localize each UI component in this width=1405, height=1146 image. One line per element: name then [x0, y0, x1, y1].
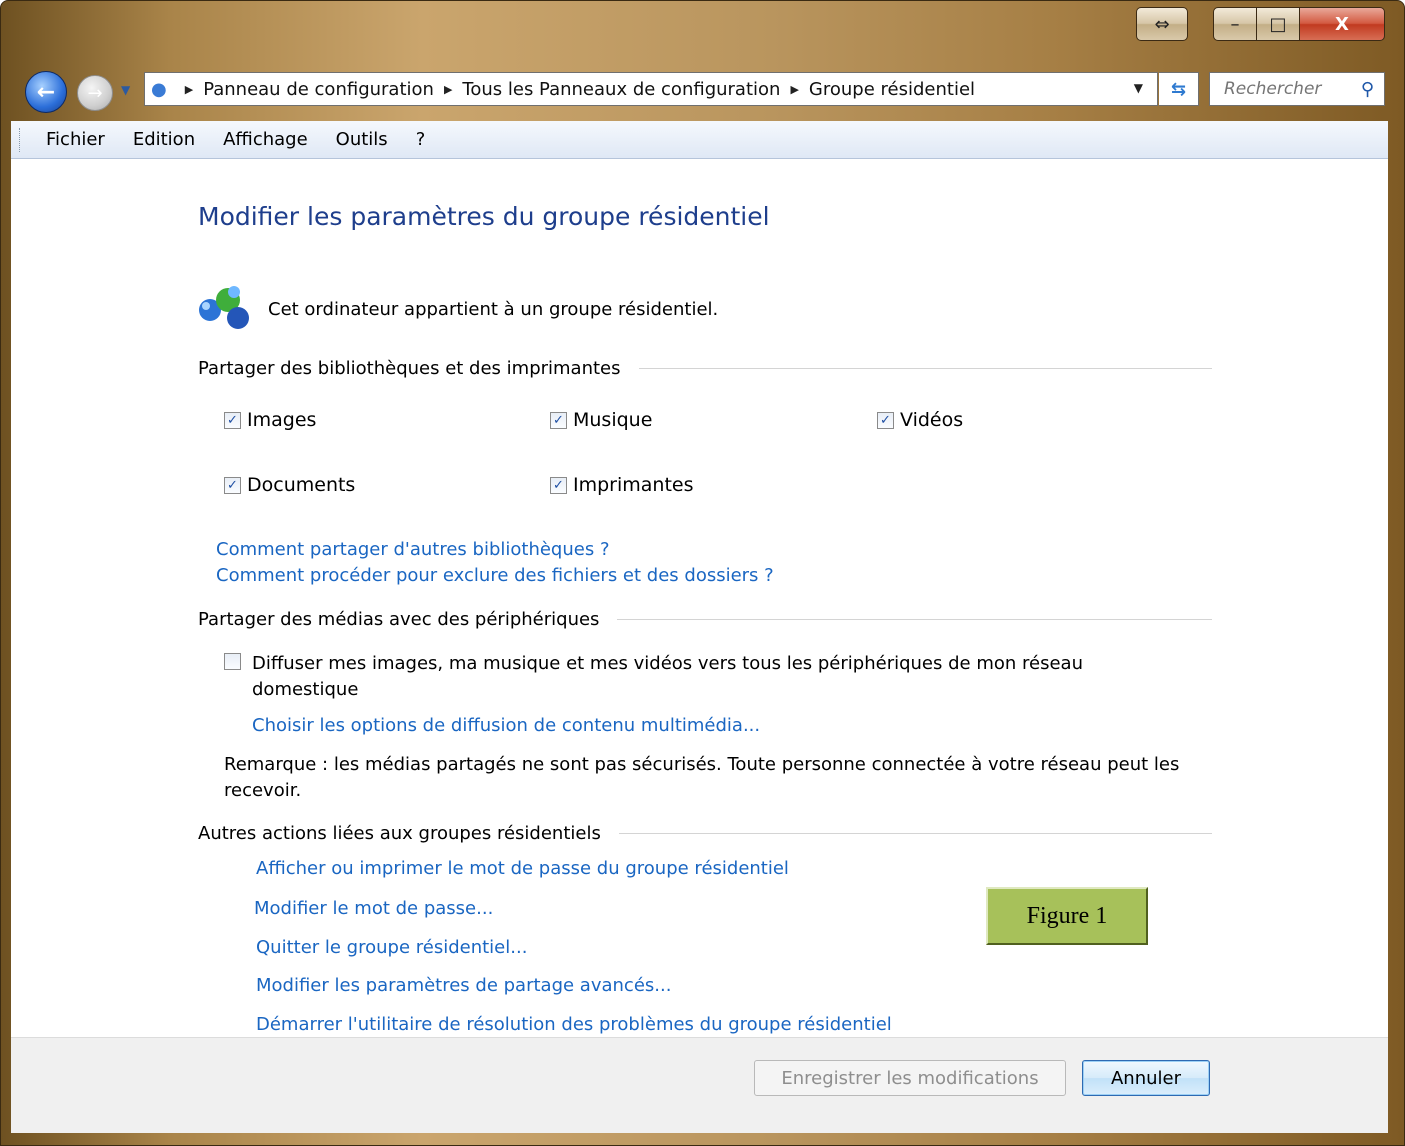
link-leave-homegroup[interactable]: Quitter le groupe résidentiel... [256, 937, 527, 958]
breadcrumb-item[interactable]: Panneau de configuration [203, 79, 434, 100]
checkbox-label: Vidéos [900, 409, 964, 431]
back-arrow-icon: ← [36, 79, 56, 105]
minimize-button[interactable]: – [1213, 7, 1257, 41]
link-media-streaming-options[interactable]: Choisir les options de diffusion de cont… [252, 715, 760, 736]
section-divider [617, 619, 1212, 620]
link-advanced-sharing[interactable]: Modifier les paramètres de partage avanc… [256, 975, 671, 996]
security-note: Remarque : les médias partagés ne sont p… [224, 752, 1179, 804]
link-troubleshooter[interactable]: Démarrer l'utilitaire de résolution des … [256, 1014, 892, 1035]
figure-label: Figure 1 [986, 887, 1148, 945]
share-section-title: Partager des bibliothèques et des imprim… [198, 358, 621, 379]
breadcrumb-chevron-icon[interactable]: ▶ [185, 83, 193, 96]
checkbox-stream-media[interactable] [224, 653, 247, 670]
menu-grip [19, 127, 24, 152]
section-divider [618, 833, 1212, 834]
address-bar[interactable]: ● ▶ Panneau de configuration ▶ Tous les … [144, 72, 1158, 106]
window: ⇔ – □ X ← → ▼ ● ▶ Panneau de configurati… [0, 0, 1405, 1146]
menu-bar: Fichier Edition Affichage Outils ? [11, 121, 1388, 159]
checkbox-documents[interactable]: ✓ Documents [224, 474, 355, 496]
stream-label-line: domestique [252, 679, 359, 700]
link-exclude-files[interactable]: Comment procéder pour exclure des fichie… [216, 565, 774, 586]
save-changes-button[interactable]: Enregistrer les modifications [754, 1060, 1066, 1096]
cancel-button[interactable]: Annuler [1082, 1060, 1210, 1096]
checkmark-icon[interactable]: ✓ [224, 411, 241, 429]
history-dropdown-icon[interactable]: ▼ [121, 83, 130, 97]
refresh-icon[interactable]: ⇆ [1159, 72, 1199, 106]
close-button[interactable]: X [1299, 7, 1385, 41]
search-input[interactable] [1222, 78, 1356, 100]
checkbox-label: Musique [573, 409, 653, 431]
homegroup-icon [199, 286, 249, 329]
content-pane: Modifier les paramètres du groupe réside… [11, 159, 1388, 1037]
menu-item-edition[interactable]: Edition [133, 129, 195, 150]
menu-item-outils[interactable]: Outils [336, 129, 388, 150]
other-actions-title: Autres actions liées aux groupes résiden… [198, 823, 601, 844]
checkmark-icon[interactable]: ✓ [877, 411, 894, 429]
checkbox-label: Documents [247, 474, 356, 496]
breadcrumb-item[interactable]: Tous les Panneaux de configuration [462, 79, 780, 100]
navigation-bar: ← → ▼ ● ▶ Panneau de configuration ▶ Tou… [1, 67, 1404, 113]
share-section-heading: Partager des bibliothèques et des imprim… [198, 358, 1212, 379]
forward-button[interactable]: → [77, 75, 113, 111]
title-bar: ⇔ – □ X [1, 1, 1404, 67]
media-section-heading: Partager des médias avec des périphériqu… [198, 609, 1212, 630]
checkbox-label: Imprimantes [573, 474, 694, 496]
breadcrumb-item[interactable]: Groupe résidentiel [809, 79, 975, 100]
section-divider [638, 368, 1212, 369]
back-button[interactable]: ← [25, 71, 67, 113]
link-show-password[interactable]: Afficher ou imprimer le mot de passe du … [256, 858, 789, 879]
menu-item-help[interactable]: ? [416, 129, 426, 150]
menu-item-fichier[interactable]: Fichier [46, 129, 105, 150]
address-dropdown-icon[interactable]: ▼ [1134, 81, 1143, 95]
search-box[interactable]: ⚲ [1209, 72, 1385, 106]
homegroup-small-icon: ● [151, 78, 167, 100]
note-line: recevoir. [224, 780, 302, 801]
page-title: Modifier les paramètres du groupe réside… [198, 202, 770, 231]
breadcrumb-chevron-icon[interactable]: ▶ [790, 83, 798, 96]
membership-text: Cet ordinateur appartient à un groupe ré… [268, 299, 719, 320]
checkmark-icon[interactable]: ✓ [224, 476, 241, 494]
maximize-button[interactable]: □ [1256, 7, 1300, 41]
menu-item-affichage[interactable]: Affichage [223, 129, 308, 150]
checkbox-imprimantes[interactable]: ✓ Imprimantes [550, 474, 694, 496]
checkmark-icon[interactable]: ✓ [550, 476, 567, 494]
checkmark-icon[interactable]: ✓ [550, 411, 567, 429]
checkbox-images[interactable]: ✓ Images [224, 409, 316, 431]
snap-button[interactable]: ⇔ [1136, 7, 1188, 41]
checkbox-empty-icon[interactable] [224, 653, 241, 670]
checkbox-label: Images [247, 409, 317, 431]
stream-media-label: Diffuser mes images, ma musique et mes v… [252, 651, 1083, 703]
note-line: Remarque : les médias partagés ne sont p… [224, 754, 1180, 775]
forward-arrow-icon: → [87, 82, 103, 104]
media-section-title: Partager des médias avec des périphériqu… [198, 609, 600, 630]
footer-bar: Enregistrer les modifications Annuler [11, 1037, 1388, 1133]
checkbox-musique[interactable]: ✓ Musique [550, 409, 652, 431]
checkbox-videos[interactable]: ✓ Vidéos [877, 409, 963, 431]
search-icon[interactable]: ⚲ [1361, 79, 1374, 100]
stream-label-line: Diffuser mes images, ma musique et mes v… [252, 653, 1083, 674]
link-change-password[interactable]: Modifier le mot de passe... [254, 898, 493, 919]
link-share-other-libraries[interactable]: Comment partager d'autres bibliothèques … [216, 539, 610, 560]
breadcrumb-chevron-icon[interactable]: ▶ [444, 83, 452, 96]
other-actions-heading: Autres actions liées aux groupes résiden… [198, 823, 1212, 844]
